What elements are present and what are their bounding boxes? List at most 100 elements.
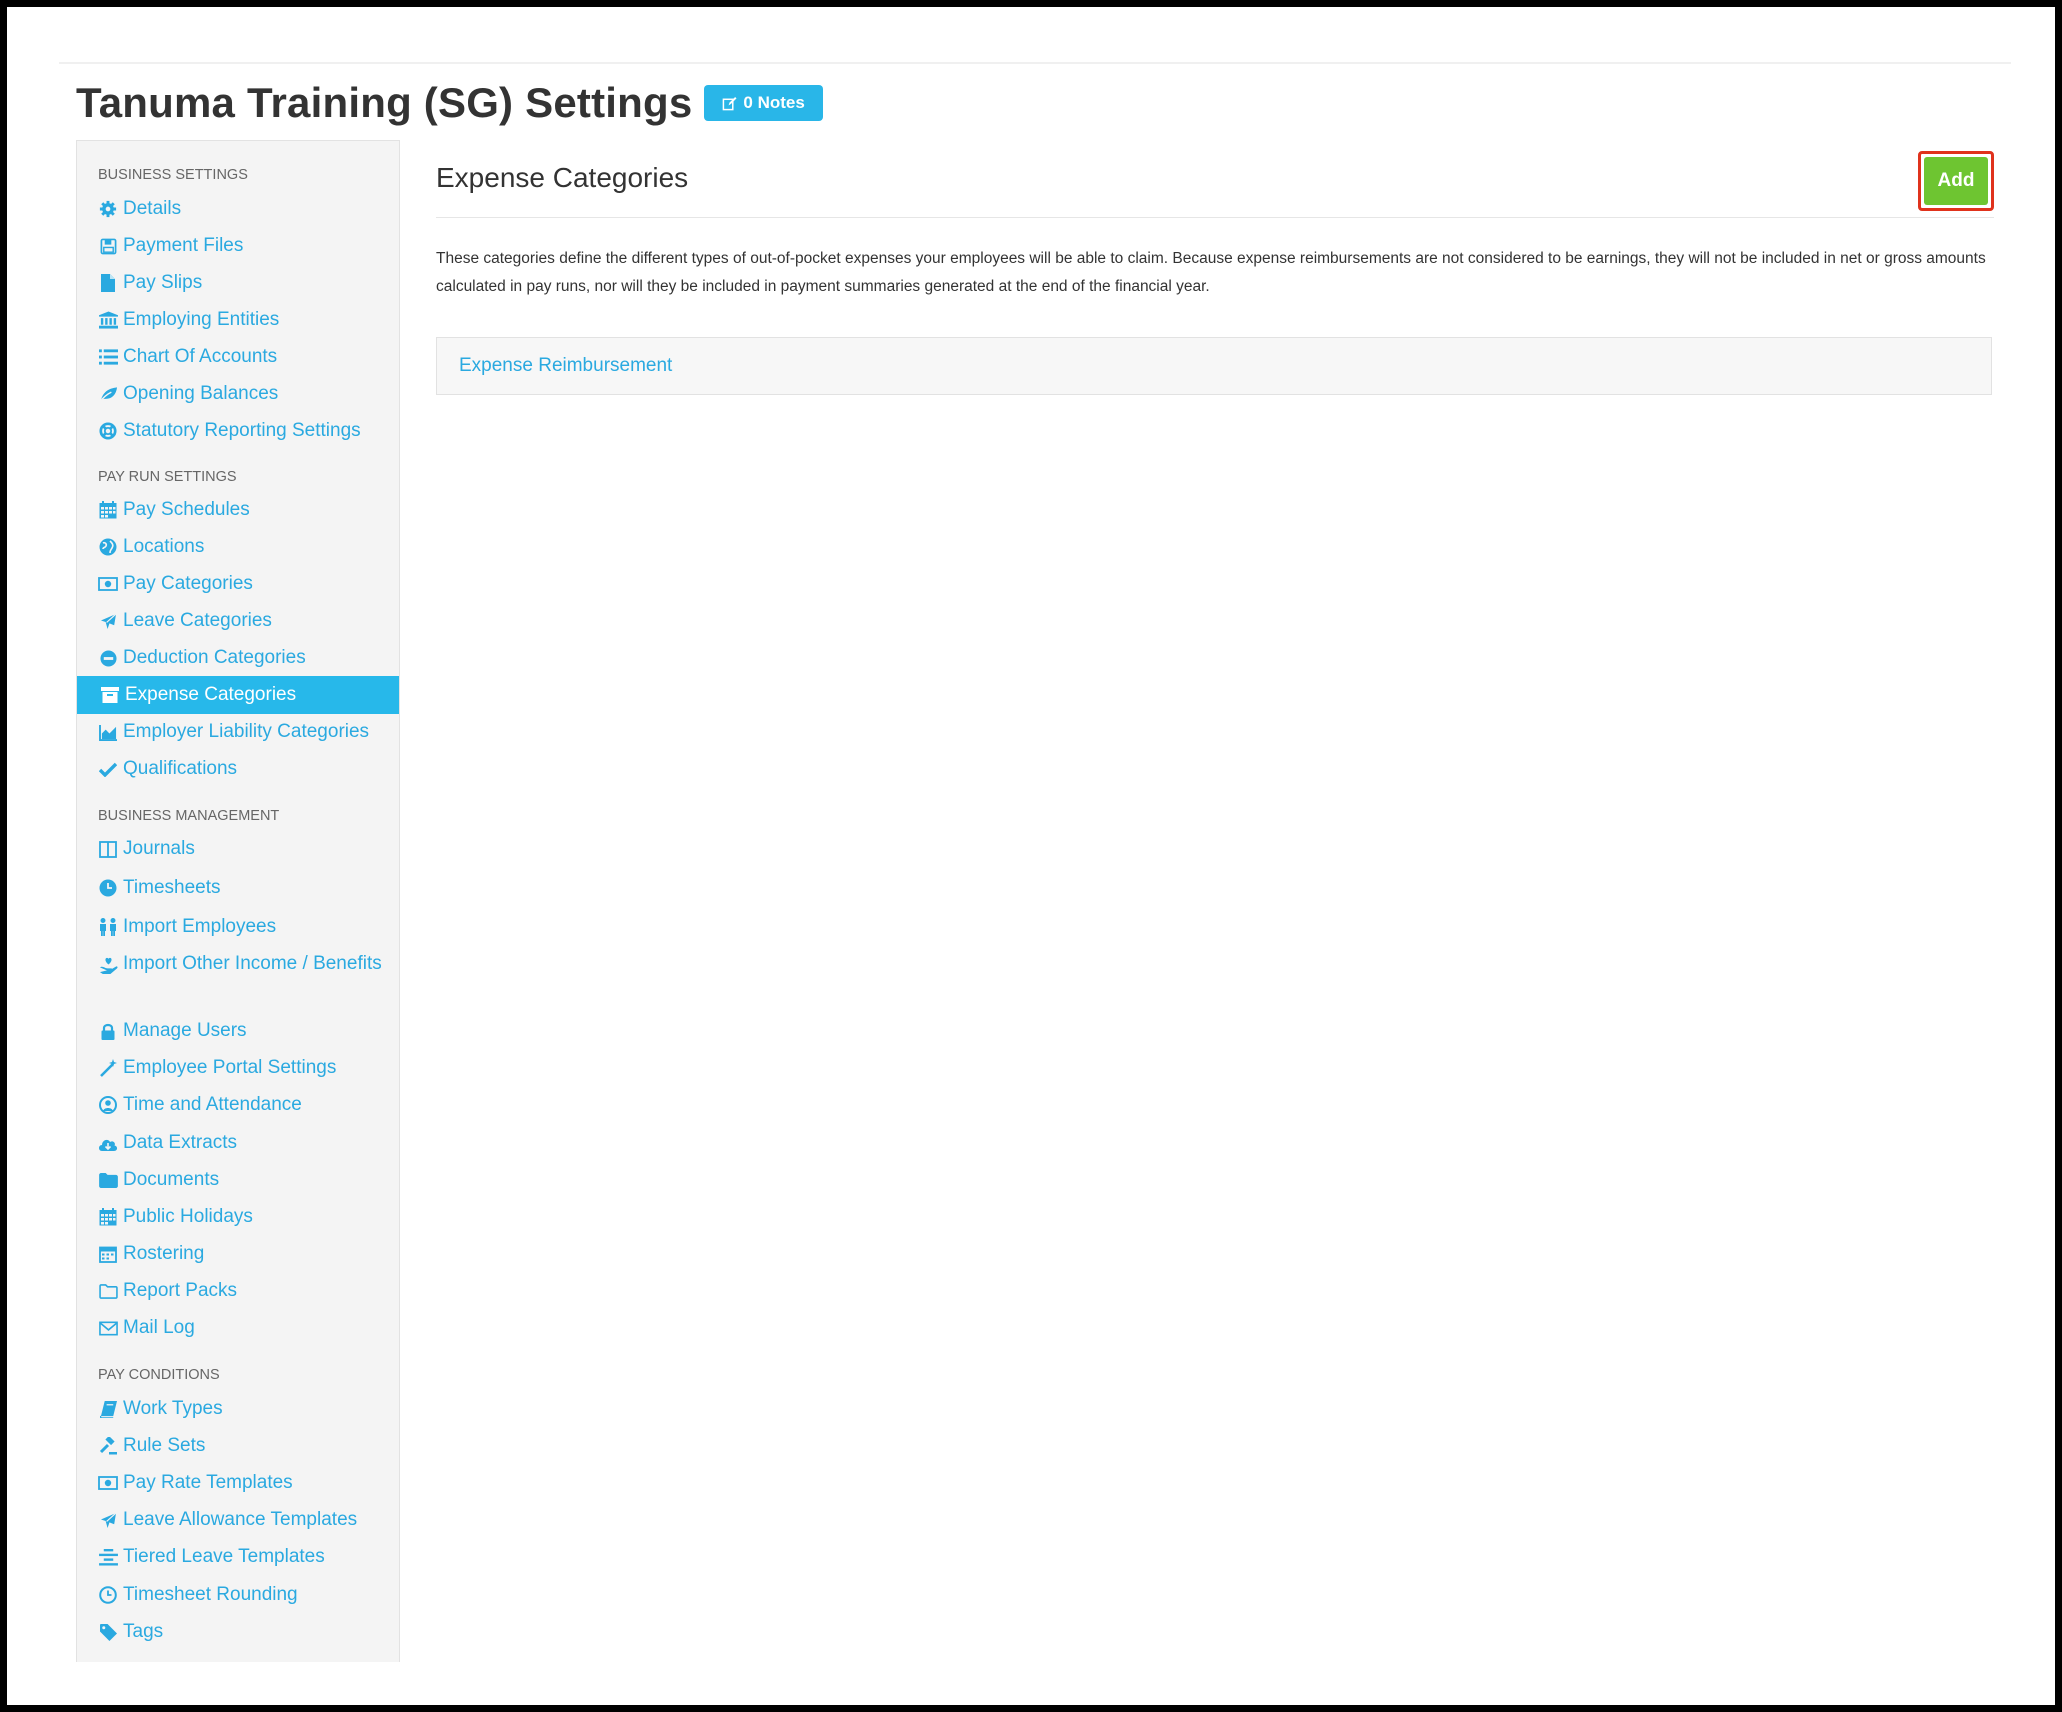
columns-icon xyxy=(98,839,118,859)
sidebar-item-time-and-attendance[interactable]: Time and Attendance xyxy=(98,1090,391,1120)
sidebar-item-tiered-leave-templates[interactable]: Tiered Leave Templates xyxy=(98,1542,391,1572)
sidebar-item-qualifications[interactable]: Qualifications xyxy=(98,754,391,784)
sidebar-item-manage-users[interactable]: Manage Users xyxy=(98,1016,391,1046)
sidebar-item-work-types[interactable]: Work Types xyxy=(98,1394,391,1424)
plane-icon xyxy=(98,1510,118,1530)
sidebar-item-import-other-income[interactable]: Import Other Income / Benefits xyxy=(98,949,391,1009)
sidebar-item-label: Pay Schedules xyxy=(123,499,250,520)
sidebar-item-label: Documents xyxy=(123,1169,220,1190)
sidebar-item-label: Chart Of Accounts xyxy=(123,346,278,367)
lifebuoy-icon xyxy=(98,421,118,441)
sidebar-item-pay-schedules[interactable]: Pay Schedules xyxy=(98,495,391,525)
panel-title: Expense Categories xyxy=(436,162,689,193)
sidebar-item-label: Expense Categories xyxy=(125,684,297,705)
sidebar-item-label: Manage Users xyxy=(123,1020,247,1041)
title-row: Tanuma Training (SG) Settings 0 Notes xyxy=(76,79,823,127)
sidebar-item-label: Work Types xyxy=(123,1398,223,1419)
sidebar-item-report-packs[interactable]: Report Packs xyxy=(98,1276,391,1306)
sidebar-item-statutory-reporting-settings[interactable]: Statutory Reporting Settings xyxy=(98,416,391,446)
sidebar-item-employer-liability-categories[interactable]: Employer Liability Categories xyxy=(98,717,391,747)
sidebar-item-locations[interactable]: Locations xyxy=(98,532,391,562)
users-icon xyxy=(98,917,118,937)
sidebar-item-label: Leave Allowance Templates xyxy=(123,1509,358,1530)
sidebar-item-pay-categories[interactable]: Pay Categories xyxy=(98,569,391,599)
expense-category-link[interactable]: Expense Reimbursement xyxy=(459,355,672,377)
sidebar-item-deduction-categories[interactable]: Deduction Categories xyxy=(98,643,391,673)
sidebar-item-opening-balances[interactable]: Opening Balances xyxy=(98,379,391,409)
sidebar-item-label: Time and Attendance xyxy=(123,1094,302,1115)
book-icon xyxy=(98,1399,118,1419)
sidebar-item-label: Tiered Leave Templates xyxy=(123,1546,325,1567)
plane-icon xyxy=(98,611,118,631)
sidebar-item-label: Pay Slips xyxy=(123,272,203,293)
archive-icon xyxy=(100,685,120,705)
sidebar-item-chart-of-accounts[interactable]: Chart Of Accounts xyxy=(98,342,391,372)
sidebar-item-label: Journals xyxy=(123,838,195,859)
sidebar-item-label: Statutory Reporting Settings xyxy=(123,420,361,441)
sidebar-item-label: Employee Portal Settings xyxy=(123,1057,337,1078)
sidebar-item-pay-rate-templates[interactable]: Pay Rate Templates xyxy=(98,1468,391,1498)
money-icon xyxy=(98,574,118,594)
sidebar-item-label: Public Holidays xyxy=(123,1206,253,1227)
add-button-highlight: Add xyxy=(1918,151,1994,211)
sidebar-item-label: Deduction Categories xyxy=(123,647,306,668)
sidebar-item-public-holidays[interactable]: Public Holidays xyxy=(98,1202,391,1232)
main-panel: Expense Categories Add These categories … xyxy=(436,140,1994,395)
sidebar-item-timesheets[interactable]: Timesheets xyxy=(98,873,391,903)
sidebar-item-tags[interactable]: Tags xyxy=(98,1617,391,1647)
minus-circle-icon xyxy=(98,648,118,668)
description-text: These categories define the different ty… xyxy=(436,250,1986,295)
envelope-icon xyxy=(98,1318,118,1338)
add-button[interactable]: Add xyxy=(1924,157,1988,205)
money-icon xyxy=(98,1473,118,1493)
sidebar-item-rostering[interactable]: Rostering xyxy=(98,1239,391,1269)
sidebar-item-data-extracts[interactable]: Data Extracts xyxy=(98,1128,391,1158)
edit-icon xyxy=(723,96,737,110)
sidebar-item-leave-allowance-templates[interactable]: Leave Allowance Templates xyxy=(98,1505,391,1535)
sidebar-item-label: Import Employees xyxy=(123,916,277,937)
sidebar-item-mail-log[interactable]: Mail Log xyxy=(98,1313,391,1343)
section-title-business-settings: BUSINESS SETTINGS xyxy=(98,167,248,183)
bank-icon xyxy=(98,310,118,330)
sidebar-item-label: Tags xyxy=(123,1621,164,1642)
sidebar-item-label: Rostering xyxy=(123,1243,205,1264)
sidebar-item-expense-categories[interactable]: Expense Categories xyxy=(77,676,399,714)
notes-button[interactable]: 0 Notes xyxy=(704,85,823,121)
section-title-pay-run-settings: PAY RUN SETTINGS xyxy=(98,469,237,485)
list-item: Expense Reimbursement xyxy=(436,337,1992,395)
sidebar-item-import-employees[interactable]: Import Employees xyxy=(98,912,391,942)
area-chart-icon xyxy=(98,722,118,742)
sidebar-item-employing-entities[interactable]: Employing Entities xyxy=(98,305,391,335)
sidebar-item-details[interactable]: Details xyxy=(98,194,391,224)
sidebar-item-label: Data Extracts xyxy=(123,1132,238,1153)
sidebar-item-rule-sets[interactable]: Rule Sets xyxy=(98,1431,391,1461)
sidebar-item-label: Pay Rate Templates xyxy=(123,1472,293,1493)
cloud-download-icon xyxy=(98,1133,118,1153)
sidebar-item-journals[interactable]: Journals xyxy=(98,834,391,864)
folder-open-icon xyxy=(98,1281,118,1301)
sidebar-item-label: Employer Liability Categories xyxy=(123,721,370,742)
sidebar-item-label: Timesheets xyxy=(123,877,221,898)
sidebar-item-label: Leave Categories xyxy=(123,610,272,631)
sidebar-item-timesheet-rounding[interactable]: Timesheet Rounding xyxy=(98,1580,391,1610)
sidebar-item-pay-slips[interactable]: Pay Slips xyxy=(98,268,391,298)
sidebar-item-leave-categories[interactable]: Leave Categories xyxy=(98,606,391,636)
sidebar-item-label: Opening Balances xyxy=(123,383,279,404)
list-icon xyxy=(98,347,118,367)
folder-icon xyxy=(98,1170,118,1190)
sidebar-item-label: Mail Log xyxy=(123,1317,195,1338)
sidebar-item-payment-files[interactable]: Payment Files xyxy=(98,231,391,261)
panel-header: Expense Categories Add xyxy=(436,140,1994,218)
wand-icon xyxy=(98,1058,118,1078)
settings-sidebar: BUSINESS SETTINGS Details Payment Files … xyxy=(76,140,400,1662)
page-title: Tanuma Training (SG) Settings xyxy=(76,79,693,126)
leaf-icon xyxy=(98,384,118,404)
sidebar-item-documents[interactable]: Documents xyxy=(98,1165,391,1195)
align-center-icon xyxy=(98,1547,118,1567)
clock-outline-icon xyxy=(98,1585,118,1605)
globe-icon xyxy=(98,537,118,557)
sidebar-item-employee-portal-settings[interactable]: Employee Portal Settings xyxy=(98,1053,391,1083)
sidebar-item-label: Locations xyxy=(123,536,205,557)
sidebar-item-label: Qualifications xyxy=(123,758,238,779)
sidebar-item-label: Timesheet Rounding xyxy=(123,1584,298,1605)
